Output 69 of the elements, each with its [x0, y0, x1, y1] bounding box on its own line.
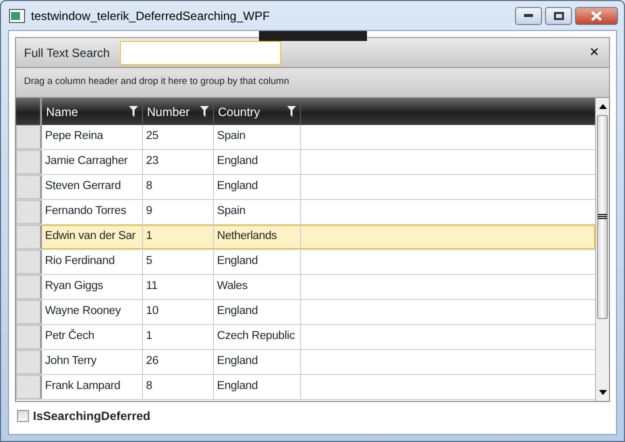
table-cell: 25	[143, 125, 214, 149]
checkbox-label: IsSearchingDeferred	[33, 408, 150, 425]
window-title: testwindow_telerik_DeferredSearching_WPF	[31, 8, 270, 24]
selected-row[interactable]: Edwin van der Sar 1 Netherlands	[16, 225, 595, 250]
row-indicator[interactable]	[16, 125, 42, 149]
row-indicator[interactable]	[16, 350, 42, 374]
checkbox[interactable]	[17, 410, 29, 422]
table-cell: 8	[143, 175, 214, 199]
table-cell: Steven Gerrard	[42, 175, 143, 199]
table-cell: 9	[143, 200, 214, 224]
table-cell: 10	[143, 300, 214, 324]
table-cell: Spain	[214, 200, 301, 224]
table-cell: England	[214, 175, 301, 199]
search-label: Full Text Search	[24, 44, 110, 62]
group-panel-hint: Drag a column header and drop it here to group by that column	[24, 75, 290, 90]
row-indicator[interactable]	[16, 300, 42, 324]
row-indicator[interactable]	[16, 250, 42, 274]
table-cell: Frank Lampard	[42, 375, 143, 399]
close-icon	[591, 10, 602, 20]
table-cell: Pepe Reina	[42, 125, 143, 149]
row-indicator[interactable]	[16, 375, 42, 399]
table-cell: Spain	[214, 125, 301, 149]
scroll-down-icon[interactable]	[598, 390, 606, 395]
table-cell: 1	[143, 225, 214, 249]
drag-handle[interactable]	[259, 31, 367, 41]
table-cell: Petr Čech	[42, 325, 143, 349]
row-indicator[interactable]	[16, 150, 42, 174]
table-cell: 11	[143, 275, 214, 299]
table-cell: 1	[143, 325, 214, 349]
table-cell: Jamie Carragher	[42, 150, 143, 174]
search-field[interactable]	[120, 40, 281, 64]
filter-icon[interactable]	[287, 106, 296, 117]
row-indicator[interactable]	[16, 325, 42, 349]
table-cell: 26	[143, 350, 214, 374]
table-cell: John Terry	[42, 350, 143, 374]
table-cell: England	[214, 250, 301, 274]
table-cell: 5	[143, 250, 214, 274]
app-icon	[9, 8, 25, 22]
scroll-up-icon[interactable]	[598, 104, 606, 109]
column-header[interactable]: Number	[143, 98, 214, 125]
scrollbar-thumb[interactable]	[597, 115, 608, 319]
table-cell: Rio Ferdinand	[42, 250, 143, 274]
table-cell: England	[214, 300, 301, 324]
table-cell: Edwin van der Sar	[42, 225, 143, 249]
filter-icon[interactable]	[200, 106, 209, 117]
minimize-button[interactable]	[515, 6, 542, 24]
clear-search-button[interactable]: ×	[588, 44, 601, 60]
table-cell: England	[214, 375, 301, 399]
column-header[interactable]: Country	[214, 98, 301, 125]
minimize-icon	[524, 14, 533, 17]
row-indicator[interactable]	[16, 200, 42, 224]
table-cell: Wales	[214, 275, 301, 299]
table-cell: England	[214, 150, 301, 174]
table-cell: England	[214, 350, 301, 374]
table-cell: Wayne Rooney	[42, 300, 143, 324]
table-cell: Ryan Giggs	[42, 275, 143, 299]
table-cell: 23	[143, 150, 214, 174]
table-cell: 8	[143, 375, 214, 399]
row-indicator[interactable]	[16, 275, 42, 299]
maximize-icon	[554, 12, 564, 20]
maximize-button[interactable]	[545, 6, 572, 24]
row-indicator[interactable]	[16, 225, 42, 249]
filter-icon[interactable]	[129, 106, 138, 117]
table-cell: Fernando Torres	[42, 200, 143, 224]
close-button[interactable]	[575, 6, 618, 24]
row-indicator[interactable]	[16, 175, 42, 199]
table-cell: Netherlands	[214, 225, 301, 249]
table-cell: Czech Republic	[214, 325, 301, 349]
column-header[interactable]: Name	[42, 98, 143, 125]
